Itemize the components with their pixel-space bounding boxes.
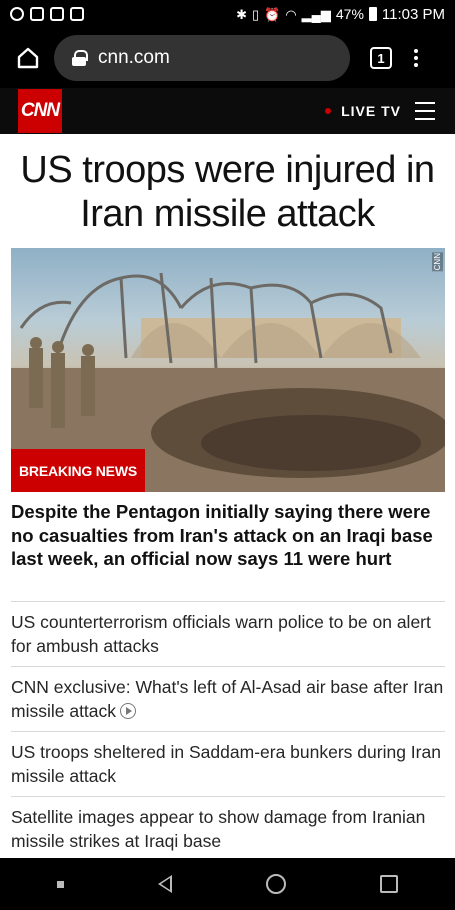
wifi-icon: ◠ bbox=[285, 6, 297, 22]
story-link[interactable]: CNN exclusive: What's left of Al-Asad ai… bbox=[11, 666, 445, 731]
hamburger-menu-button[interactable] bbox=[415, 102, 435, 120]
signal-icon: ▂▄▆ bbox=[301, 6, 331, 22]
video-watermark: CNN bbox=[432, 252, 443, 272]
article-headline[interactable]: US troops were injured in Iran missile a… bbox=[0, 148, 455, 236]
vibrate-icon: ▯ bbox=[251, 6, 260, 22]
url-text: cnn.com bbox=[98, 47, 170, 68]
back-button[interactable] bbox=[158, 875, 172, 893]
url-bar[interactable]: cnn.com bbox=[54, 35, 350, 81]
home-button[interactable] bbox=[10, 40, 46, 76]
story-title: CNN exclusive: What's left of Al-Asad ai… bbox=[11, 677, 444, 721]
related-stories-list: US counterterrorism officials warn polic… bbox=[11, 601, 445, 861]
system-nav-bar bbox=[0, 858, 455, 910]
live-tv-label: LIVE TV bbox=[341, 103, 401, 119]
story-link[interactable]: US troops sheltered in Saddam-era bunker… bbox=[11, 731, 445, 796]
browser-menu-button[interactable] bbox=[414, 49, 418, 67]
breaking-news-badge: BREAKING NEWS bbox=[11, 449, 145, 492]
tab-switcher-button[interactable]: 1 bbox=[370, 47, 392, 69]
story-title: Satellite images appear to show damage f… bbox=[11, 807, 426, 851]
story-title: US troops sheltered in Saddam-era bunker… bbox=[11, 742, 441, 786]
story-link[interactable]: Satellite images appear to show damage f… bbox=[11, 796, 445, 861]
dot-icon bbox=[414, 49, 418, 53]
menu-line-icon bbox=[415, 118, 435, 120]
lock-icon bbox=[72, 50, 88, 66]
cnn-logo[interactable]: CNN bbox=[18, 89, 62, 133]
nav-indicator-icon bbox=[57, 880, 64, 888]
lead-story-summary[interactable]: Despite the Pentagon initially saying th… bbox=[11, 500, 436, 571]
messenger-icon bbox=[10, 7, 24, 21]
clock: 11:03 PM bbox=[381, 5, 445, 23]
story-title: US counterterrorism officials warn polic… bbox=[11, 612, 431, 656]
live-dot-icon bbox=[325, 108, 332, 114]
menu-line-icon bbox=[415, 102, 435, 104]
recent-apps-button[interactable] bbox=[380, 875, 398, 893]
car-icon bbox=[70, 7, 84, 21]
status-bar: ✱ ▯ ⏰ ◠ ▂▄▆ 47% 11:03 PM bbox=[0, 0, 455, 28]
site-header: CNN LIVE TV bbox=[0, 88, 455, 134]
alarm-icon: ⏰ bbox=[264, 6, 281, 22]
clipboard-icon bbox=[50, 7, 64, 21]
dot-icon bbox=[414, 56, 418, 60]
bluetooth-icon: ✱ bbox=[236, 6, 247, 22]
home-icon bbox=[17, 47, 39, 69]
browser-toolbar: cnn.com 1 bbox=[0, 28, 455, 88]
live-tv-link[interactable]: LIVE TV bbox=[325, 103, 401, 119]
battery-icon bbox=[368, 7, 377, 21]
gallery-icon bbox=[30, 7, 44, 21]
battery-percent: 47% bbox=[335, 6, 364, 22]
dot-icon bbox=[414, 63, 418, 67]
home-nav-button[interactable] bbox=[266, 874, 286, 894]
story-link[interactable]: US counterterrorism officials warn polic… bbox=[11, 601, 445, 666]
play-video-icon bbox=[120, 703, 137, 719]
menu-line-icon bbox=[415, 110, 435, 112]
